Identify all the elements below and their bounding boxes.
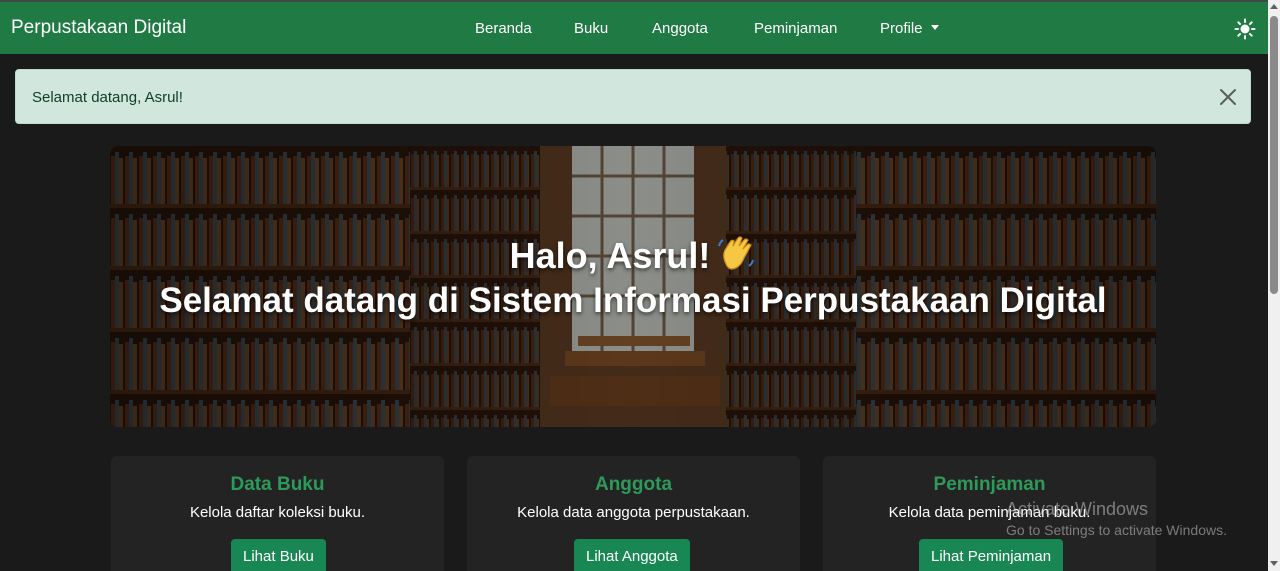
nav-links: Beranda Buku Anggota Peminjaman Profile	[0, 2, 1268, 54]
page-scrollbar[interactable]	[1268, 0, 1280, 571]
card-title: Anggota	[594, 474, 673, 495]
scrollbar-thumb[interactable]	[1270, 16, 1278, 294]
hero-title-text: Halo, Asrul!	[509, 235, 711, 276]
waving-hand-icon	[716, 234, 756, 283]
card-title: Peminjaman	[933, 474, 1046, 495]
chevron-down-icon	[930, 25, 939, 30]
card-title: Data Buku	[230, 474, 325, 495]
nav-link-anggota[interactable]: Anggota	[652, 20, 708, 37]
card-data-buku: Data Buku Kelola daftar koleksi buku. Li…	[111, 456, 444, 571]
hero-banner: Halo, Asrul! Selamat datang di Sistem In…	[110, 146, 1156, 427]
hero-subtitle: Selamat datang di Sistem Informasi Perpu…	[159, 281, 1107, 320]
lihat-anggota-button[interactable]: Lihat Anggota	[574, 539, 690, 571]
nav-link-peminjaman[interactable]: Peminjaman	[754, 20, 837, 37]
lihat-buku-button[interactable]: Lihat Buku	[231, 539, 326, 571]
activate-windows-hint: Go to Settings to activate Windows.	[1006, 522, 1227, 538]
welcome-alert: Selamat datang, Asrul!	[15, 69, 1251, 124]
close-icon[interactable]	[1218, 87, 1238, 107]
scroll-down-arrow-icon[interactable]	[1270, 561, 1278, 566]
nav-link-buku[interactable]: Buku	[574, 20, 608, 37]
lihat-peminjaman-button[interactable]: Lihat Peminjaman	[919, 539, 1064, 571]
sun-icon[interactable]	[1234, 18, 1256, 40]
nav-link-profile-label: Profile	[880, 20, 923, 37]
card-anggota: Anggota Kelola data anggota perpustakaan…	[467, 456, 800, 571]
nav-dropdown-profile[interactable]: Profile	[880, 20, 939, 37]
card-text: Kelola data anggota perpustakaan.	[517, 504, 750, 521]
scroll-up-arrow-icon[interactable]	[1270, 4, 1278, 9]
alert-message: Selamat datang, Asrul!	[32, 89, 183, 106]
activate-windows-watermark: Activate Windows	[1006, 499, 1149, 519]
navbar: Perpustakaan Digital Beranda Buku Anggot…	[0, 0, 1268, 54]
card-text: Kelola daftar koleksi buku.	[189, 504, 366, 521]
nav-link-beranda[interactable]: Beranda	[475, 20, 532, 37]
hero-title: Halo, Asrul!	[110, 234, 1156, 283]
